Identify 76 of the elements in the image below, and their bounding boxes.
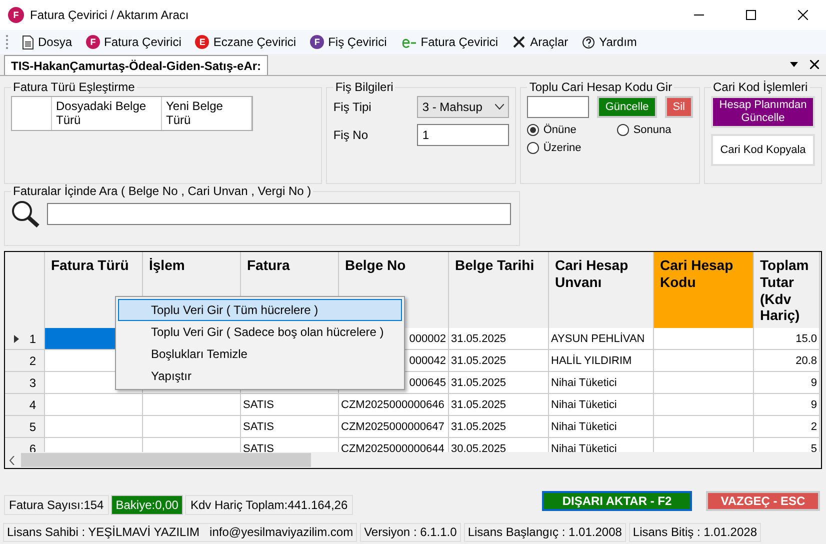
- table-cell: Nihai Tüketici: [549, 416, 654, 438]
- table-cell: AYSUN PEHLİVAN: [549, 328, 654, 350]
- table-cell: 9: [754, 394, 820, 416]
- table-cell: 9: [754, 372, 820, 394]
- table-cell: 15.0: [754, 328, 820, 350]
- table-cell: 31.05.2025: [449, 350, 549, 372]
- menu-item[interactable]: Araçlar: [507, 35, 574, 49]
- radio-option[interactable]: Sonuna: [617, 124, 688, 136]
- license-info: Lisans Başlangıç : 1.01.2008: [464, 522, 626, 542]
- maximize-icon: [746, 10, 756, 20]
- menu-item[interactable]: F Fatura Çevirici: [81, 35, 186, 49]
- cancel-button[interactable]: VAZGEÇ - ESC: [706, 491, 820, 511]
- close-icon: [798, 10, 808, 20]
- chevron-down-icon: [495, 104, 504, 110]
- menu-item[interactable]: Fatura Çevirici: [396, 35, 504, 49]
- license-info: Versiyon : 6.1.1.0: [360, 522, 461, 542]
- license-info: Lisans Bitiş : 1.01.2028: [628, 522, 761, 542]
- group-title: Fiş Bilgileri: [334, 80, 394, 94]
- scrollbar-thumb[interactable]: [21, 453, 311, 467]
- context-menu-item[interactable]: Toplu Veri Gir ( Tüm hücrelere ): [118, 299, 402, 321]
- table-cell: HALİL YILDIRIM: [549, 350, 654, 372]
- radio-option[interactable]: Önüne: [527, 124, 618, 136]
- summary-field: Kdv Hariç Toplam:441.164,26: [185, 495, 353, 515]
- current-row-icon: [14, 334, 20, 342]
- column-header[interactable]: Cari Hesap Kodu: [654, 252, 754, 328]
- summary-field: Fatura Sayısı:154: [4, 495, 109, 515]
- fis-no-field[interactable]: 1: [417, 124, 510, 146]
- table-cell: 31.05.2025: [449, 416, 549, 438]
- search-icon: [11, 200, 41, 228]
- table-cell: Nihai Tüketici: [549, 372, 654, 394]
- letter-badge-icon: E: [195, 35, 210, 49]
- table-cell: SATIS: [241, 416, 339, 438]
- update-from-plan-button[interactable]: Hesap Planımdan Güncelle: [711, 96, 815, 128]
- fis-type-dropdown[interactable]: 3 - Mahsup: [417, 96, 510, 118]
- export-button[interactable]: DIŞARI AKTAR - F2: [542, 491, 692, 511]
- field-label: Fiş Tipi: [333, 100, 372, 114]
- table-cell: Nihai Tüketici: [549, 394, 654, 416]
- search-field[interactable]: [47, 203, 511, 225]
- group-title: Fatura Türü Eşleştirme: [12, 80, 136, 94]
- letter-badge-icon: F: [86, 35, 100, 49]
- table-cell: 2: [754, 416, 820, 438]
- window-title: Fatura Çevirici / Aktarım Aracı: [30, 8, 190, 22]
- copy-code-button[interactable]: Cari Kod Kopyala: [711, 134, 815, 166]
- license-info: Lisans Sahibi : YEŞİLMAVİ YAZILIM info@yesilmaviyazilim.com: [3, 522, 358, 542]
- menu-item[interactable]: F Fiş Çevirici: [305, 35, 392, 49]
- scroll-left-icon[interactable]: [9, 456, 15, 464]
- close-icon[interactable]: [810, 60, 818, 69]
- tab-list-icon[interactable]: [790, 62, 798, 67]
- app-logo-icon: F: [8, 7, 24, 23]
- document-icon: [22, 34, 34, 50]
- group-title: Toplu Cari Hesap Kodu Gir: [528, 80, 674, 94]
- table-cell: 31.05.2025: [449, 372, 549, 394]
- menu-item[interactable]: E Eczane Çevirici: [190, 35, 302, 49]
- help-icon: [582, 36, 596, 48]
- document-tab[interactable]: TIS-HakanÇamurtaş-Ödeal-Giden-Satış-eAr:: [4, 55, 268, 75]
- update-button[interactable]: Güncelle: [597, 96, 657, 118]
- group-title: Cari Kod İşlemleri: [712, 80, 809, 94]
- table-cell: 31.05.2025: [449, 328, 549, 350]
- radio-option[interactable]: Üzerine: [527, 142, 618, 154]
- table-cell: 20.8: [754, 350, 820, 372]
- table-cell: SATIS: [241, 394, 339, 416]
- group-title: Faturalar İçinde Ara ( Belge No , Cari Unvan , Vergi No ): [12, 184, 312, 198]
- field-label: Fiş No: [333, 128, 370, 142]
- table-cell: 31.05.2025: [449, 394, 549, 416]
- summary-field: Bakiye:0,00: [110, 495, 184, 515]
- column-header: Yeni Belge Türü: [162, 97, 252, 130]
- minimize-icon: [694, 14, 704, 16]
- delete-button[interactable]: Sil: [664, 96, 693, 118]
- account-code-field[interactable]: [527, 96, 590, 118]
- tools-icon: [512, 35, 526, 49]
- column-header: Dosyadaki Belge Türü: [52, 97, 162, 130]
- letter-badge-icon: F: [310, 35, 324, 49]
- menu-item[interactable]: Yardım: [577, 35, 642, 49]
- table-cell: CZM2025000000646: [339, 394, 449, 416]
- menu-item[interactable]: Dosya: [17, 34, 78, 50]
- table-cell: CZM2025000000647: [339, 416, 449, 438]
